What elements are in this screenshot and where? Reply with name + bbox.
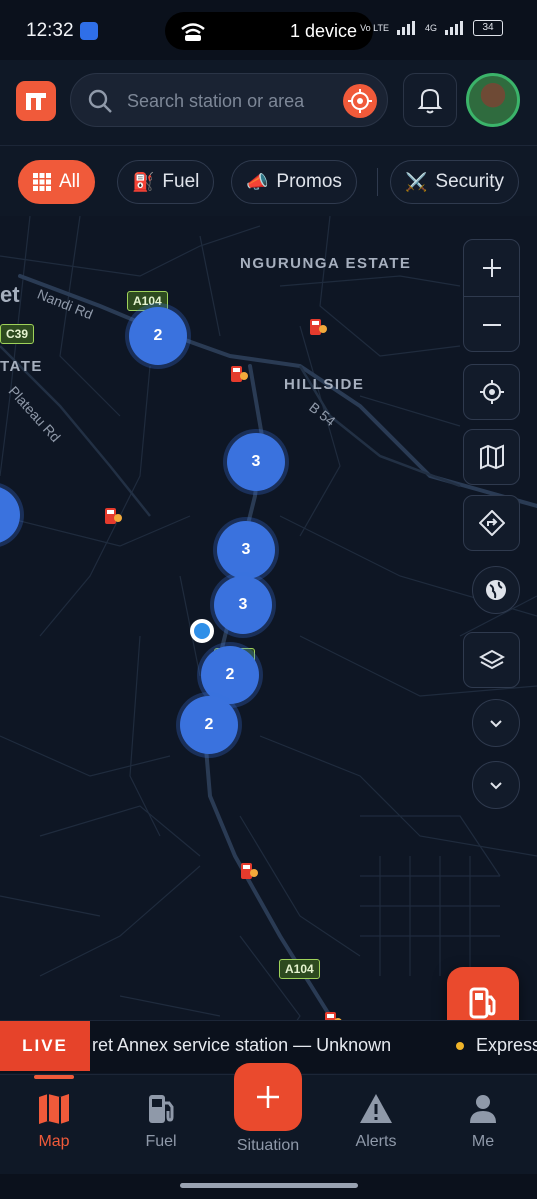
fuel-pump-icon xyxy=(469,987,496,1019)
tab-map[interactable]: Map xyxy=(14,1091,94,1151)
fuel-station-marker[interactable] xyxy=(239,861,259,881)
signal-icon xyxy=(396,21,415,35)
notifications-button[interactable] xyxy=(403,73,457,127)
filter-chip-promos[interactable]: 📣 Promos xyxy=(231,160,357,204)
dynamic-island-pill: 1 device xyxy=(165,12,373,50)
fuel-pump-icon: ⛽ xyxy=(132,171,155,192)
route-shield: A104 xyxy=(279,959,320,979)
area-label-estate: TATE xyxy=(0,358,43,375)
filter-divider xyxy=(377,168,378,196)
filter-chip-label: Security xyxy=(435,171,505,192)
brand-logo-icon[interactable] xyxy=(16,81,56,121)
map-icon xyxy=(39,1094,69,1124)
globe-icon xyxy=(486,580,506,600)
area-label-ngurunga: NGURUNGA ESTATE xyxy=(240,255,412,272)
filter-chip-label: All xyxy=(59,171,81,192)
person-icon xyxy=(470,1095,496,1123)
route-shield: C39 xyxy=(0,324,35,344)
station-cluster[interactable]: 3 xyxy=(227,433,285,491)
active-tab-indicator xyxy=(34,1075,74,1079)
current-location-dot xyxy=(190,619,214,643)
device-count-label: 1 device xyxy=(289,21,357,41)
target-icon xyxy=(348,89,372,113)
minus-icon xyxy=(482,324,501,326)
filter-bar: All ⛽ Fuel 📣 Promos ⚔️ Security xyxy=(0,146,537,216)
fuel-pump-icon xyxy=(149,1095,174,1123)
hotspot-icon xyxy=(181,23,205,41)
status-time: 12:32 xyxy=(26,20,74,41)
gesture-bar-area xyxy=(0,1174,537,1199)
search-icon xyxy=(88,89,112,113)
ticker-separator-dot xyxy=(456,1042,464,1050)
locate-target-button[interactable] xyxy=(343,84,377,118)
chevron-down-icon xyxy=(490,720,502,728)
live-badge: LIVE xyxy=(0,1021,90,1071)
area-label-partial: et xyxy=(0,282,20,307)
filter-chip-label: Fuel xyxy=(162,171,200,192)
app-header xyxy=(0,60,537,146)
chevron-down-icon xyxy=(490,782,502,790)
filter-chip-all[interactable]: All xyxy=(18,160,96,204)
notification-app-icon xyxy=(80,22,98,40)
signal-icon-2 xyxy=(445,21,463,35)
tab-situation-label: Situation xyxy=(236,1137,300,1154)
bottom-nav: Map Fuel Situation Alerts Me xyxy=(0,1063,537,1175)
tab-label: Map xyxy=(38,1133,70,1150)
station-cluster[interactable]: 2 xyxy=(180,696,238,754)
station-cluster[interactable]: 2 xyxy=(129,307,187,365)
expand-button-1[interactable] xyxy=(472,699,520,747)
station-cluster[interactable]: 3 xyxy=(217,521,275,579)
plus-icon xyxy=(482,259,501,277)
megaphone-icon: 📣 xyxy=(246,171,269,192)
map-icon xyxy=(479,444,504,470)
zoom-control xyxy=(463,239,520,352)
zoom-out-button[interactable] xyxy=(464,297,519,353)
tab-label: Me xyxy=(471,1133,495,1150)
home-gesture-bar[interactable] xyxy=(180,1183,358,1188)
directions-icon xyxy=(478,510,505,536)
search-input[interactable] xyxy=(125,88,319,114)
tab-fuel[interactable]: Fuel xyxy=(121,1091,201,1151)
fuel-station-marker[interactable] xyxy=(308,317,328,337)
area-label-hillside: HILLSIDE xyxy=(284,376,365,393)
map-type-button[interactable] xyxy=(463,429,520,485)
fuel-station-marker[interactable] xyxy=(103,506,123,526)
my-location-button[interactable] xyxy=(463,364,520,420)
directions-button[interactable] xyxy=(463,495,520,551)
network-type: 4G xyxy=(424,23,437,33)
ticker-item[interactable]: ret Annex service station — Unknown xyxy=(92,1035,391,1056)
map-view[interactable]: NGURUNGA ESTATE HILLSIDE TATE et Nandi R… xyxy=(0,216,537,1076)
map-roads xyxy=(0,216,537,1076)
globe-button[interactable] xyxy=(472,566,520,614)
crossed-swords-icon: ⚔️ xyxy=(405,171,428,192)
plus-icon xyxy=(257,1086,279,1108)
system-indicators: Vo LTE 4G 34 xyxy=(360,20,503,36)
grid-icon xyxy=(33,173,51,191)
volte-indicator: Vo LTE xyxy=(360,23,389,33)
status-bar: 12:32 1 device Vo LTE 4G 34 xyxy=(0,0,537,60)
filter-chip-fuel[interactable]: ⛽ Fuel xyxy=(117,160,215,204)
filter-chip-label: Promos xyxy=(276,171,342,192)
ticker-item-next[interactable]: Express xyxy=(476,1035,537,1056)
fuel-station-marker[interactable] xyxy=(229,364,249,384)
layers-icon xyxy=(478,649,505,670)
tab-alerts[interactable]: Alerts xyxy=(336,1091,416,1151)
crosshair-icon xyxy=(479,380,504,404)
tab-label: Fuel xyxy=(145,1133,177,1150)
filter-chip-security[interactable]: ⚔️ Security xyxy=(390,160,520,204)
station-cluster[interactable]: 3 xyxy=(214,576,272,634)
warning-icon xyxy=(360,1094,392,1123)
bell-icon xyxy=(417,88,443,114)
layers-button[interactable] xyxy=(463,632,520,688)
search-bar[interactable] xyxy=(70,73,388,127)
situation-add-button[interactable] xyxy=(234,1063,302,1131)
battery-icon: 34 xyxy=(473,20,503,36)
zoom-in-button[interactable] xyxy=(464,240,519,296)
tab-me[interactable]: Me xyxy=(443,1091,523,1151)
tab-label: Alerts xyxy=(355,1133,397,1150)
avatar[interactable] xyxy=(466,73,520,127)
expand-button-2[interactable] xyxy=(472,761,520,809)
